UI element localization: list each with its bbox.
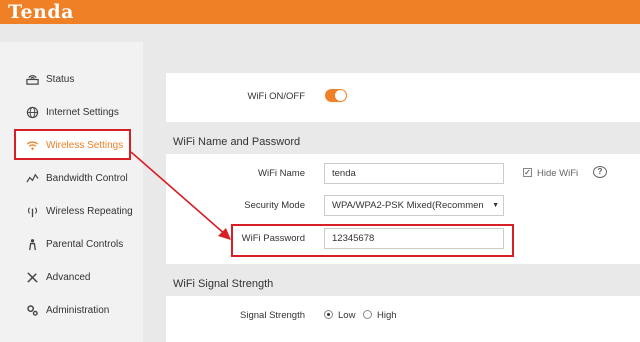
wifi-icon — [24, 138, 40, 154]
wifi-password-highlight-box — [231, 224, 514, 257]
sidebar-item-administration[interactable]: Administration — [0, 294, 143, 327]
security-mode-label: Security Mode — [244, 200, 305, 211]
sidebar-item-label: Status — [46, 74, 75, 85]
help-icon[interactable]: ? — [593, 166, 607, 178]
wifi-onoff-toggle[interactable] — [325, 89, 347, 102]
security-mode-value: WPA/WPA2-PSK Mixed(Recommen — [332, 200, 484, 211]
sidebar-item-wireless-repeating[interactable]: Wireless Repeating — [0, 195, 143, 228]
signal-low-radio[interactable] — [324, 310, 333, 319]
sidebar-item-label: Parental Controls — [46, 239, 124, 250]
security-mode-select[interactable]: WPA/WPA2-PSK Mixed(Recommen ▼ — [324, 195, 504, 216]
chevron-down-icon: ▼ — [492, 202, 499, 209]
globe-icon — [24, 105, 40, 121]
sidebar-item-label: Advanced — [46, 272, 91, 283]
tenda-logo[interactable]: Tenda — [8, 1, 74, 23]
parental-icon — [24, 237, 40, 253]
signal-high-label: High — [377, 310, 397, 321]
signal-high-radio[interactable] — [363, 310, 372, 319]
sidebar-item-label: Bandwidth Control — [46, 173, 128, 184]
hide-wifi-checkbox[interactable]: ✓ — [523, 168, 532, 177]
top-header-bar: Tenda — [0, 0, 640, 24]
wifi-name-label: WiFi Name — [258, 168, 305, 179]
signal-strength-label: Signal Strength — [240, 310, 305, 321]
wifi-onoff-label: WiFi ON/OFF — [247, 91, 305, 102]
sidebar-item-status[interactable]: Status — [0, 63, 143, 96]
tools-icon — [24, 270, 40, 286]
wifi-name-input[interactable]: tenda — [324, 163, 504, 184]
sidebar-item-internet-settings[interactable]: Internet Settings — [0, 96, 143, 129]
toggle-knob — [335, 90, 346, 101]
signal-strength-title: WiFi Signal Strength — [173, 278, 274, 290]
sidebar-item-label: Internet Settings — [46, 107, 119, 118]
wifi-name-password-title: WiFi Name and Password — [173, 136, 301, 148]
signal-low-label: Low — [338, 310, 356, 321]
repeater-icon — [24, 204, 40, 220]
gear-icon — [24, 303, 40, 319]
sidebar-item-label: Wireless Settings — [46, 140, 124, 151]
hide-wifi-label: Hide WiFi — [537, 168, 579, 179]
sidebar-item-wireless-settings[interactable]: Wireless Settings — [0, 129, 143, 162]
status-icon — [24, 72, 40, 88]
sidebar-item-label: Wireless Repeating — [46, 206, 133, 217]
sidebar-item-bandwidth-control[interactable]: Bandwidth Control — [0, 162, 143, 195]
sidebar-item-advanced[interactable]: Advanced — [0, 261, 143, 294]
sidebar-item-label: Administration — [46, 305, 110, 316]
sidebar-item-parental-controls[interactable]: Parental Controls — [0, 228, 143, 261]
bandwidth-icon — [24, 171, 40, 187]
